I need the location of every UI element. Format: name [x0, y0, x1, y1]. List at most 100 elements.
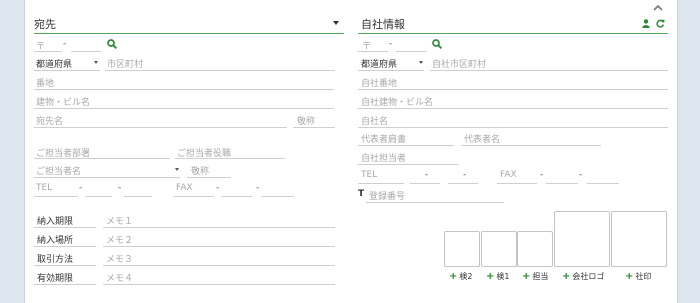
recipient-position-underline: [175, 158, 285, 159]
company-rep-title-underline: [358, 145, 454, 146]
company-name-field[interactable]: 自社名: [361, 114, 388, 127]
recipient-city-field[interactable]: 市区町村: [107, 57, 143, 70]
company-city-underline: [430, 70, 668, 71]
chevron-up-icon[interactable]: [653, 4, 663, 11]
recipient-fax-2-field[interactable]: [222, 196, 252, 197]
recipient-title: 宛先: [34, 18, 56, 31]
add-check1-label: 検1: [496, 272, 510, 281]
recipient-postal-dash: -: [63, 39, 67, 49]
recipient-tel-dash-1: -: [79, 183, 83, 193]
detail-label-2: 納入場所: [37, 236, 74, 246]
honorific-caret-icon[interactable]: [175, 168, 179, 171]
company-rep-name-field[interactable]: 代表者名: [464, 132, 500, 145]
company-prefecture-caret-icon: [419, 61, 423, 64]
stamp-box-company-seal[interactable]: [611, 211, 667, 267]
company-postal-1-field[interactable]: [358, 51, 388, 52]
company-tel-1-field[interactable]: [358, 183, 404, 184]
recipient-prefecture-select[interactable]: 都道府県: [36, 57, 72, 70]
company-fax-label: FAX: [500, 170, 517, 180]
recipient-postal-2-field[interactable]: [71, 51, 101, 52]
recipient-fax-1-field[interactable]: [174, 196, 214, 197]
recipient-name-field[interactable]: 宛先名: [36, 114, 63, 127]
stamp-box-check2[interactable]: [444, 231, 480, 267]
detail-label-1-underline: [34, 227, 96, 228]
recipient-tel-1-field[interactable]: [34, 196, 78, 197]
detail-label-3: 取引方法: [37, 255, 74, 265]
prefecture-caret-icon: [94, 61, 98, 64]
recipient-name-underline: [34, 127, 287, 128]
detail-label-1: 納入期限: [37, 217, 74, 227]
stamp-box-company-logo[interactable]: [554, 211, 610, 267]
company-fax-dash-1: -: [540, 170, 544, 180]
company-address-field[interactable]: 自社番地: [361, 76, 397, 89]
company-fax-2-field[interactable]: [546, 183, 578, 184]
recipient-address-underline: [34, 89, 334, 90]
add-company-seal-label: 社印: [635, 272, 652, 281]
detail-label-4: 有効期限: [37, 274, 74, 284]
registration-number-underline: [366, 202, 504, 203]
company-title-underline: [358, 33, 668, 34]
recipient-address-field[interactable]: 番地: [36, 76, 54, 89]
recipient-building-underline: [34, 108, 334, 109]
recipient-tel-2-field[interactable]: [86, 196, 112, 197]
recipient-city-underline: [105, 70, 335, 71]
add-check2-button[interactable]: + 検2: [449, 271, 472, 282]
stamp-box-staff[interactable]: [517, 231, 553, 267]
detail-memo-3-field[interactable]: メモ３: [106, 252, 133, 265]
company-prefecture-select[interactable]: 都道府県: [361, 57, 397, 70]
add-company-seal-button[interactable]: + 社印: [625, 271, 651, 282]
detail-memo-4-underline: [103, 284, 335, 285]
company-tel-label: TEL: [361, 170, 378, 180]
recipient-dropdown-caret-icon[interactable]: [333, 21, 339, 25]
recipient-person-honorific-field[interactable]: 敬称: [191, 164, 209, 177]
search-icon[interactable]: [107, 39, 117, 49]
detail-memo-4-field[interactable]: メモ４: [106, 271, 133, 284]
plus-icon: +: [449, 270, 458, 282]
company-building-field[interactable]: 自社建物・ビル名: [361, 95, 433, 108]
recipient-person-field[interactable]: ご担当者名: [36, 164, 81, 177]
company-city-field[interactable]: 自社市区町村: [432, 57, 486, 70]
recipient-fax-dash-2: -: [256, 183, 260, 193]
recipient-building-field[interactable]: 建物・ビル名: [36, 95, 90, 108]
recipient-fax-dash-1: -: [216, 183, 220, 193]
company-fax-1-field[interactable]: [497, 183, 537, 184]
recipient-tel-label: TEL: [36, 183, 53, 193]
recipient-postal-1-field[interactable]: [34, 51, 62, 52]
recipient-tel-dash-2: -: [118, 183, 122, 193]
company-building-underline: [358, 108, 668, 109]
registration-number-field[interactable]: 登録番号: [369, 189, 405, 202]
refresh-icon[interactable]: [656, 19, 665, 28]
company-tel-3-field[interactable]: [448, 183, 478, 184]
detail-memo-2-field[interactable]: メモ２: [106, 233, 133, 246]
detail-memo-1-field[interactable]: メモ１: [106, 214, 133, 227]
detail-memo-1-underline: [103, 227, 335, 228]
recipient-person-underline: [34, 177, 180, 178]
plus-icon: +: [486, 270, 495, 282]
detail-label-3-underline: [34, 265, 96, 266]
company-fax-3-field[interactable]: [587, 183, 619, 184]
plus-icon: +: [522, 270, 531, 282]
recipient-person-honorific-underline: [187, 177, 231, 178]
detail-label-2-underline: [34, 246, 96, 247]
stamp-box-check1[interactable]: [481, 231, 517, 267]
recipient-tel-3-field[interactable]: [124, 196, 152, 197]
add-staff-button[interactable]: + 担当: [522, 271, 548, 282]
company-title: 自社情報: [361, 18, 405, 31]
add-company-logo-label: 会社ロゴ: [572, 272, 605, 281]
add-check2-label: 検2: [459, 272, 473, 281]
company-rep-title-field[interactable]: 代表者肩書: [361, 132, 406, 145]
company-prefecture-underline: [358, 70, 424, 71]
company-search-icon[interactable]: [432, 39, 442, 49]
recipient-honorific-underline: [293, 127, 335, 128]
detail-memo-3-underline: [103, 265, 335, 266]
company-postal-2-field[interactable]: [396, 51, 426, 52]
recipient-fax-3-field[interactable]: [262, 196, 294, 197]
user-icon[interactable]: [642, 19, 650, 28]
recipient-honorific-field[interactable]: 敬称: [297, 114, 315, 127]
company-staff-field[interactable]: 自社担当者: [361, 151, 406, 164]
company-address-underline: [358, 89, 668, 90]
add-check1-button[interactable]: + 検1: [486, 271, 509, 282]
recipient-dept-underline: [34, 158, 170, 159]
add-company-logo-button[interactable]: + 会社ロゴ: [562, 271, 604, 282]
company-tel-2-field[interactable]: [410, 183, 440, 184]
